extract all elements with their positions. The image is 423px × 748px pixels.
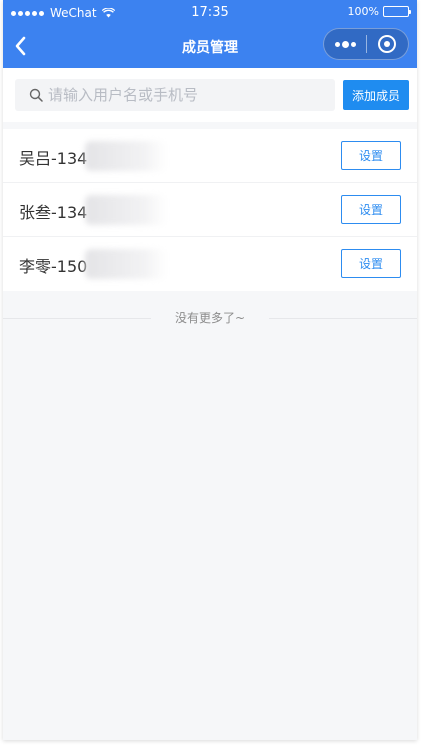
member-settings-button[interactable]: 设置 xyxy=(341,195,401,224)
member-row: 李零-150 设置 xyxy=(3,237,417,291)
member-name: 张叁-134 xyxy=(19,203,88,222)
no-more-text: 没有更多了~ xyxy=(151,309,269,326)
search-input[interactable] xyxy=(48,80,335,110)
member-settings-button[interactable]: 设置 xyxy=(341,249,401,278)
member-settings-button[interactable]: 设置 xyxy=(341,141,401,170)
member-row: 张叁-134 设置 xyxy=(3,183,417,237)
mini-program-capsule xyxy=(323,28,409,60)
capsule-close-button[interactable] xyxy=(367,29,408,59)
end-of-list-divider: 没有更多了~ xyxy=(3,308,417,328)
member-row: 吴吕-134 设置 xyxy=(3,129,417,183)
add-member-button[interactable]: 添加成员 xyxy=(343,80,409,110)
search-bar: 添加成员 xyxy=(3,68,417,122)
search-box[interactable] xyxy=(15,79,335,111)
more-dots-icon[interactable] xyxy=(324,29,366,59)
phone-blur-mask xyxy=(85,249,167,279)
member-name: 李零-150 xyxy=(19,257,88,276)
phone-blur-mask xyxy=(85,195,167,225)
member-name: 吴吕-134 xyxy=(19,149,88,168)
status-right: 100% xyxy=(347,5,411,18)
battery-icon xyxy=(383,6,411,17)
member-list: 吴吕-134 设置 张叁-134 设置 李零-150 设置 xyxy=(3,129,417,291)
status-bar: WeChat 17:35 100% xyxy=(3,0,417,24)
phone-blur-mask xyxy=(85,141,167,171)
nav-bar: 成员管理 xyxy=(3,24,417,68)
battery-percent: 100% xyxy=(347,5,379,18)
search-icon xyxy=(29,88,43,102)
phone-screen: WeChat 17:35 100% 成员管理 请输入用户名或手机号 添加成员 吴… xyxy=(3,0,417,740)
target-circle-icon xyxy=(378,35,397,53)
